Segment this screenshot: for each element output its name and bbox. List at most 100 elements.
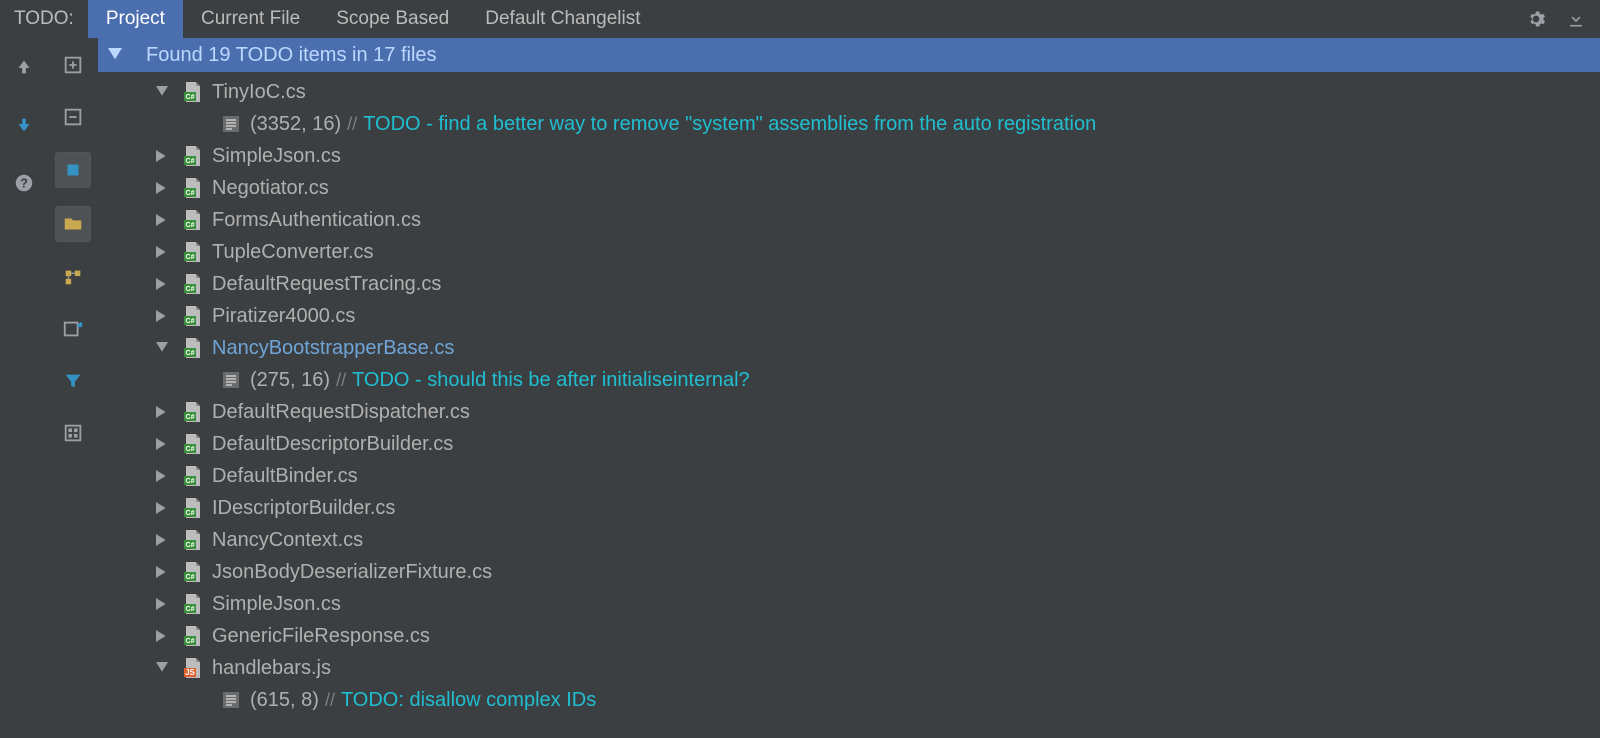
disclosure-triangle-icon[interactable] (156, 470, 176, 482)
cs-file-icon: C# (184, 210, 202, 230)
disclosure-triangle-icon[interactable] (156, 598, 176, 610)
comment-slash: // (336, 370, 346, 391)
arrow-up-icon[interactable] (7, 50, 41, 84)
cs-file-icon: C# (184, 146, 202, 166)
todo-row[interactable]: (615, 8) // TODO: disallow complex IDs (98, 684, 1600, 716)
svg-text:C#: C# (186, 318, 195, 325)
show-source-icon[interactable] (56, 312, 90, 346)
file-row[interactable]: C# DefaultBinder.cs (98, 460, 1600, 492)
disclosure-triangle-icon[interactable] (156, 406, 176, 418)
cs-file-icon: C# (184, 562, 202, 582)
disclosure-triangle-icon[interactable] (156, 566, 176, 578)
svg-text:C#: C# (186, 350, 195, 357)
group-by-module-icon[interactable] (55, 206, 91, 242)
cs-file-icon: C# (184, 274, 202, 294)
tab-project[interactable]: Project (88, 0, 183, 38)
file-name: DefaultBinder.cs (212, 465, 358, 488)
svg-text:C#: C# (186, 94, 195, 101)
js-file-icon: JS (184, 658, 202, 678)
todo-location: (3352, 16) (250, 113, 341, 136)
disclosure-triangle-icon[interactable] (156, 86, 176, 98)
disclosure-triangle-icon[interactable] (156, 662, 176, 674)
disclosure-triangle-icon[interactable] (156, 310, 176, 322)
file-row[interactable]: C# DefaultRequestDispatcher.cs (98, 396, 1600, 428)
disclosure-triangle-icon[interactable] (156, 246, 176, 258)
cs-file-icon: C# (184, 466, 202, 486)
todo-row[interactable]: (3352, 16) // TODO - find a better way t… (98, 108, 1600, 140)
disclosure-triangle-icon[interactable] (156, 278, 176, 290)
disclosure-triangle-icon[interactable] (156, 502, 176, 514)
svg-text:C#: C# (186, 254, 195, 261)
source-line-icon (222, 371, 240, 389)
disclosure-triangle-icon[interactable] (156, 630, 176, 642)
tab-default-changelist[interactable]: Default Changelist (467, 0, 658, 38)
disclosure-triangle-icon[interactable] (156, 534, 176, 546)
file-name: NancyContext.cs (212, 529, 363, 552)
file-name: DefaultRequestDispatcher.cs (212, 401, 470, 424)
file-row[interactable]: C#JsonBodyDeserializerFixture.cs (98, 556, 1600, 588)
collapse-all-icon[interactable] (56, 100, 90, 134)
file-row[interactable]: C# TupleConverter.cs (98, 236, 1600, 268)
file-name: TupleConverter.cs (212, 241, 374, 264)
preview-icon[interactable] (56, 416, 90, 450)
file-row[interactable]: C#SimpleJson.cs (98, 588, 1600, 620)
file-name: Negotiator.cs (212, 177, 329, 200)
file-row[interactable]: C#Piratizer4000.cs (98, 300, 1600, 332)
todo-label: TODO: (0, 8, 88, 30)
svg-text:C#: C# (186, 222, 195, 229)
file-name: DefaultDescriptorBuilder.cs (212, 433, 453, 456)
file-name: FormsAuthentication.cs (212, 209, 421, 232)
file-row[interactable]: C#DefaultRequestTracing.cs (98, 268, 1600, 300)
disclosure-triangle-icon[interactable] (156, 214, 176, 226)
todo-message: TODO - should this be after initialisein… (352, 369, 750, 392)
todo-location: (615, 8) (250, 689, 319, 712)
disclosure-triangle-icon[interactable] (156, 150, 176, 162)
file-row[interactable]: C# DefaultDescriptorBuilder.cs (98, 428, 1600, 460)
arrow-down-icon[interactable] (7, 108, 41, 142)
disclosure-triangle-icon[interactable] (156, 182, 176, 194)
comment-slash: // (347, 114, 357, 135)
svg-text:JS: JS (185, 668, 195, 677)
tab-scope-based[interactable]: Scope Based (318, 0, 467, 38)
disclosure-triangle-icon[interactable] (156, 342, 176, 354)
todo-message: TODO - find a better way to remove "syst… (363, 113, 1096, 136)
disclosure-triangle-icon[interactable] (108, 48, 122, 62)
help-icon[interactable]: ? (7, 166, 41, 200)
svg-text:?: ? (20, 176, 28, 191)
todo-tree[interactable]: Found 19 TODO items in 17 files C# TinyIo… (98, 38, 1600, 738)
file-row[interactable]: C# NancyContext.cs (98, 524, 1600, 556)
file-row[interactable]: C# GenericFileResponse.cs (98, 620, 1600, 652)
filter-icon[interactable] (56, 364, 90, 398)
file-row[interactable]: C# TinyIoC.cs (98, 76, 1600, 108)
svg-text:C#: C# (186, 478, 195, 485)
file-row[interactable]: C#Negotiator.cs (98, 172, 1600, 204)
expand-all-icon[interactable] (56, 48, 90, 82)
todo-row[interactable]: (275, 16) // TODO - should this be after… (98, 364, 1600, 396)
scope-tabs: ProjectCurrent FileScope BasedDefault Ch… (88, 0, 659, 38)
file-name: TinyIoC.cs (212, 81, 306, 104)
file-name: handlebars.js (212, 657, 331, 680)
nav-gutter: ? (0, 38, 48, 738)
cs-file-icon: C# (184, 434, 202, 454)
source-line-icon (222, 115, 240, 133)
flatten-packages-icon[interactable] (56, 260, 90, 294)
file-row[interactable]: C# SimpleJson.cs (98, 140, 1600, 172)
file-row[interactable]: JS handlebars.js (98, 652, 1600, 684)
file-row[interactable]: C# FormsAuthentication.cs (98, 204, 1600, 236)
file-name: GenericFileResponse.cs (212, 625, 430, 648)
cs-file-icon: C# (184, 338, 202, 358)
tab-current-file[interactable]: Current File (183, 0, 318, 38)
autoscroll-to-source-icon[interactable] (55, 152, 91, 188)
svg-text:C#: C# (186, 638, 195, 645)
disclosure-triangle-icon[interactable] (156, 438, 176, 450)
file-name: SimpleJson.cs (212, 145, 341, 168)
svg-text:C#: C# (186, 414, 195, 421)
todo-message: TODO: disallow complex IDs (341, 689, 596, 712)
file-row[interactable]: C#IDescriptorBuilder.cs (98, 492, 1600, 524)
file-row[interactable]: C#NancyBootstrapperBase.cs (98, 332, 1600, 364)
download-icon[interactable] (1562, 5, 1590, 33)
gear-icon[interactable] (1522, 5, 1550, 33)
svg-text:C#: C# (186, 286, 195, 293)
svg-text:C#: C# (186, 542, 195, 549)
summary-row[interactable]: Found 19 TODO items in 17 files (98, 38, 1600, 72)
